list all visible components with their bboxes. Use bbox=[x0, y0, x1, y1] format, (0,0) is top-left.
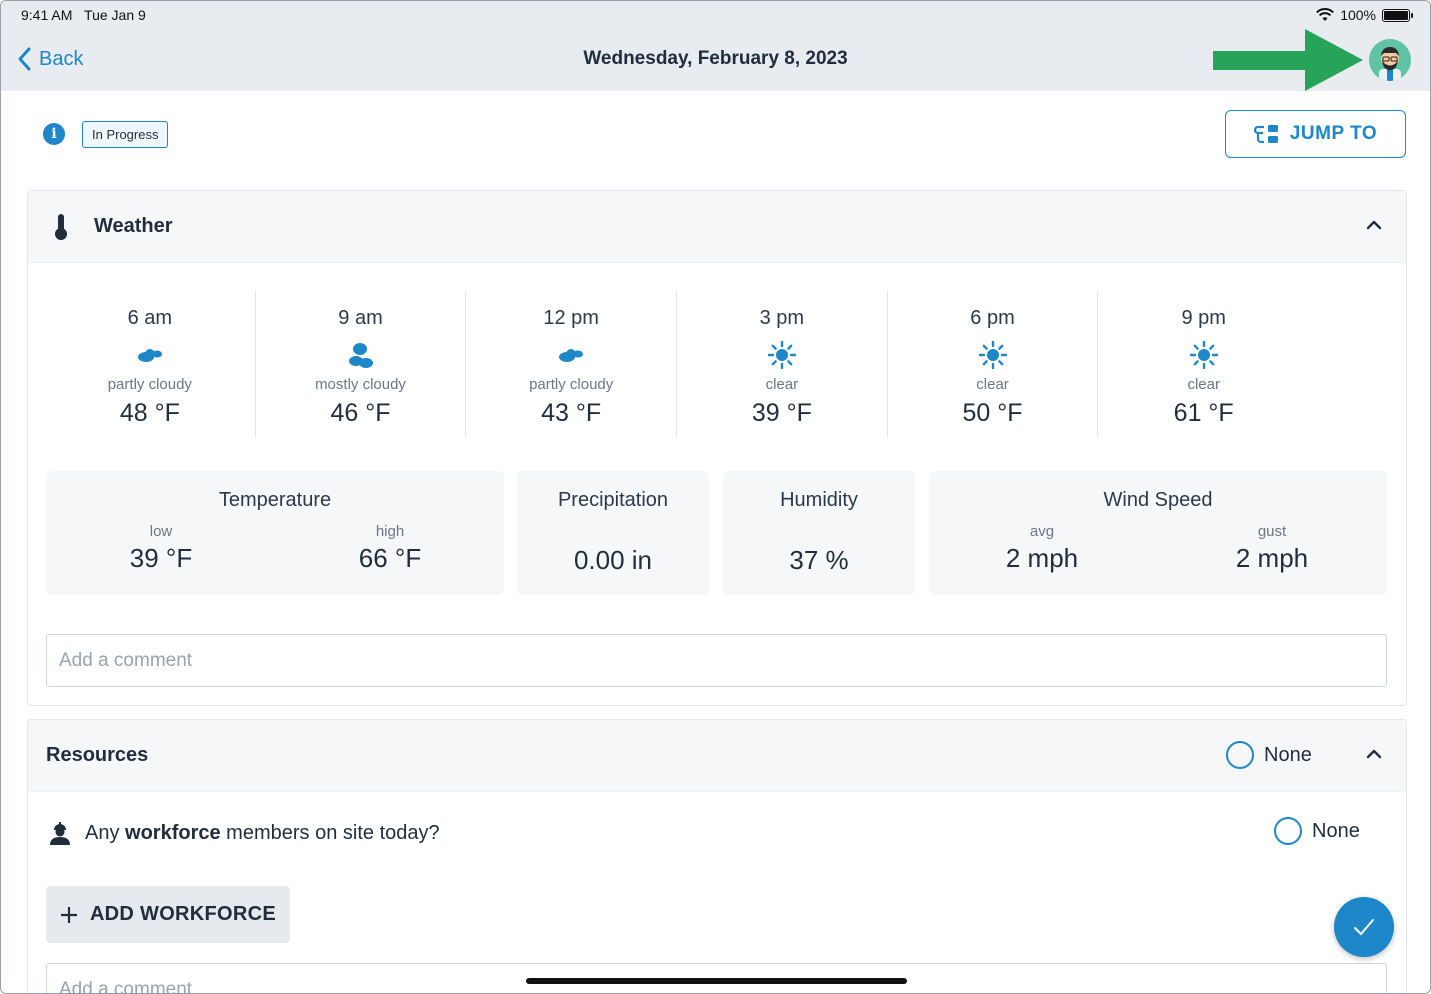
hour-temp: 61 °F bbox=[1173, 399, 1234, 427]
humidity-value: 37 % bbox=[789, 545, 849, 575]
hour-time: 6 am bbox=[127, 307, 173, 329]
navigation-bar: 9:41 AM Tue Jan 9 100% Back Wednesday, F… bbox=[1, 1, 1430, 91]
hour-temp: 39 °F bbox=[751, 399, 812, 427]
hour-condition: partly cloudy bbox=[107, 376, 192, 393]
temperature-tile: Temperature low 39 °F high 66 °F bbox=[46, 471, 504, 595]
radio-icon[interactable] bbox=[1274, 817, 1302, 845]
sun-icon bbox=[978, 341, 1007, 369]
hour-condition: mostly cloudy bbox=[315, 376, 406, 393]
temperature-title: Temperature bbox=[218, 489, 332, 511]
status-badge: In Progress bbox=[82, 121, 169, 148]
jump-to-icon bbox=[1253, 125, 1278, 144]
workforce-none-radio[interactable]: None bbox=[1274, 817, 1360, 845]
complete-button[interactable] bbox=[1334, 897, 1394, 957]
hour-condition: partly cloudy bbox=[529, 376, 614, 393]
jump-to-label: JUMP TO bbox=[1289, 123, 1378, 144]
temperature-low: 39 °F bbox=[129, 543, 193, 573]
hour-condition: clear bbox=[976, 376, 1009, 393]
radio-icon[interactable] bbox=[1226, 741, 1254, 769]
precipitation-tile: Precipitation 0.00 in bbox=[517, 471, 709, 595]
hour-temp: 50 °F bbox=[962, 399, 1023, 427]
battery-icon bbox=[1382, 8, 1413, 22]
humidity-tile: Humidity 37 % bbox=[723, 471, 915, 595]
checkmark-icon bbox=[1354, 919, 1374, 936]
wind-gust-label: gust bbox=[1257, 523, 1287, 540]
temperature-high-label: high bbox=[375, 523, 405, 540]
hourly-forecast: 6 am partly cloudy 48 °F 9 am mostly clo… bbox=[45, 291, 1309, 437]
partly-cloudy-icon bbox=[137, 349, 162, 362]
weather-header[interactable]: Weather bbox=[28, 191, 1406, 263]
weather-comment-input[interactable]: Add a comment bbox=[46, 634, 1387, 687]
user-avatar-icon bbox=[1379, 47, 1401, 81]
forecast-hour: 12 pm partly cloudy 43 °F bbox=[466, 291, 678, 437]
hour-temp: 46 °F bbox=[330, 399, 391, 427]
home-indicator bbox=[526, 978, 907, 984]
sun-icon bbox=[767, 341, 796, 369]
wind-speed-tile: Wind Speed avg 2 mph gust 2 mph bbox=[929, 471, 1387, 595]
forecast-hour: 9 pm clear 61 °F bbox=[1098, 291, 1309, 437]
weather-title: Weather bbox=[94, 215, 173, 237]
chevron-up-icon[interactable] bbox=[1366, 219, 1382, 231]
temperature-low-label: low bbox=[149, 523, 173, 540]
avatar[interactable] bbox=[1369, 39, 1411, 81]
hour-temp: 48 °F bbox=[119, 399, 180, 427]
precipitation-title: Precipitation bbox=[557, 489, 669, 511]
forecast-hour: 3 pm clear 39 °F bbox=[677, 291, 888, 437]
partly-cloudy-icon bbox=[559, 349, 584, 362]
hour-time: 9 pm bbox=[1181, 307, 1226, 329]
forecast-hour: 6 am partly cloudy 48 °F bbox=[45, 291, 256, 437]
workforce-none-label: None bbox=[1312, 819, 1360, 842]
battery-percent: 100% bbox=[1340, 7, 1376, 23]
status-indicators: 100% bbox=[1316, 7, 1413, 23]
resources-none-label: None bbox=[1264, 743, 1312, 766]
worker-icon bbox=[50, 822, 70, 845]
resources-section: Resources bbox=[27, 719, 1407, 993]
sun-icon bbox=[1189, 341, 1218, 369]
wifi-icon bbox=[1316, 8, 1335, 21]
status-time: 9:41 AM Tue Jan 9 bbox=[21, 7, 146, 23]
mostly-cloudy-icon bbox=[348, 343, 373, 368]
chevron-up-icon[interactable] bbox=[1366, 748, 1382, 760]
info-icon[interactable]: i bbox=[43, 123, 65, 145]
forecast-hour: 9 am mostly cloudy 46 °F bbox=[256, 291, 467, 437]
hour-time: 9 am bbox=[338, 307, 383, 329]
hour-time: 3 pm bbox=[759, 307, 805, 329]
wind-avg: 2 mph bbox=[1005, 543, 1079, 573]
add-workforce-label: ADD WORKFORCE bbox=[89, 903, 277, 925]
app-window: 9:41 AM Tue Jan 9 100% Back Wednesday, F… bbox=[0, 0, 1431, 994]
humidity-title: Humidity bbox=[780, 489, 858, 511]
add-workforce-button[interactable]: ADD WORKFORCE bbox=[46, 886, 290, 943]
temperature-high: 66 °F bbox=[358, 543, 422, 573]
workforce-question: Any workforce members on site today? bbox=[49, 821, 440, 845]
resources-header[interactable]: Resources bbox=[28, 720, 1406, 792]
hour-condition: clear bbox=[1187, 376, 1220, 393]
hour-time: 12 pm bbox=[543, 307, 599, 329]
wind-avg-label: avg bbox=[1029, 523, 1055, 540]
forecast-hour: 6 pm clear 50 °F bbox=[888, 291, 1099, 437]
plus-icon bbox=[60, 906, 77, 923]
hour-condition: clear bbox=[765, 376, 799, 393]
wind-speed-title: Wind Speed bbox=[1103, 489, 1213, 511]
wind-gust: 2 mph bbox=[1235, 543, 1309, 573]
resources-none-radio[interactable]: None bbox=[1226, 741, 1312, 769]
resources-title: Resources bbox=[46, 744, 149, 766]
annotation-arrow-icon bbox=[1213, 29, 1363, 91]
jump-to-button[interactable]: JUMP TO bbox=[1225, 110, 1406, 158]
weather-section: Weather bbox=[27, 190, 1407, 706]
precipitation-value: 0.00 in bbox=[573, 545, 653, 575]
hour-time: 6 pm bbox=[970, 307, 1015, 329]
hour-temp: 43 °F bbox=[541, 399, 602, 427]
thermometer-icon bbox=[55, 214, 67, 240]
